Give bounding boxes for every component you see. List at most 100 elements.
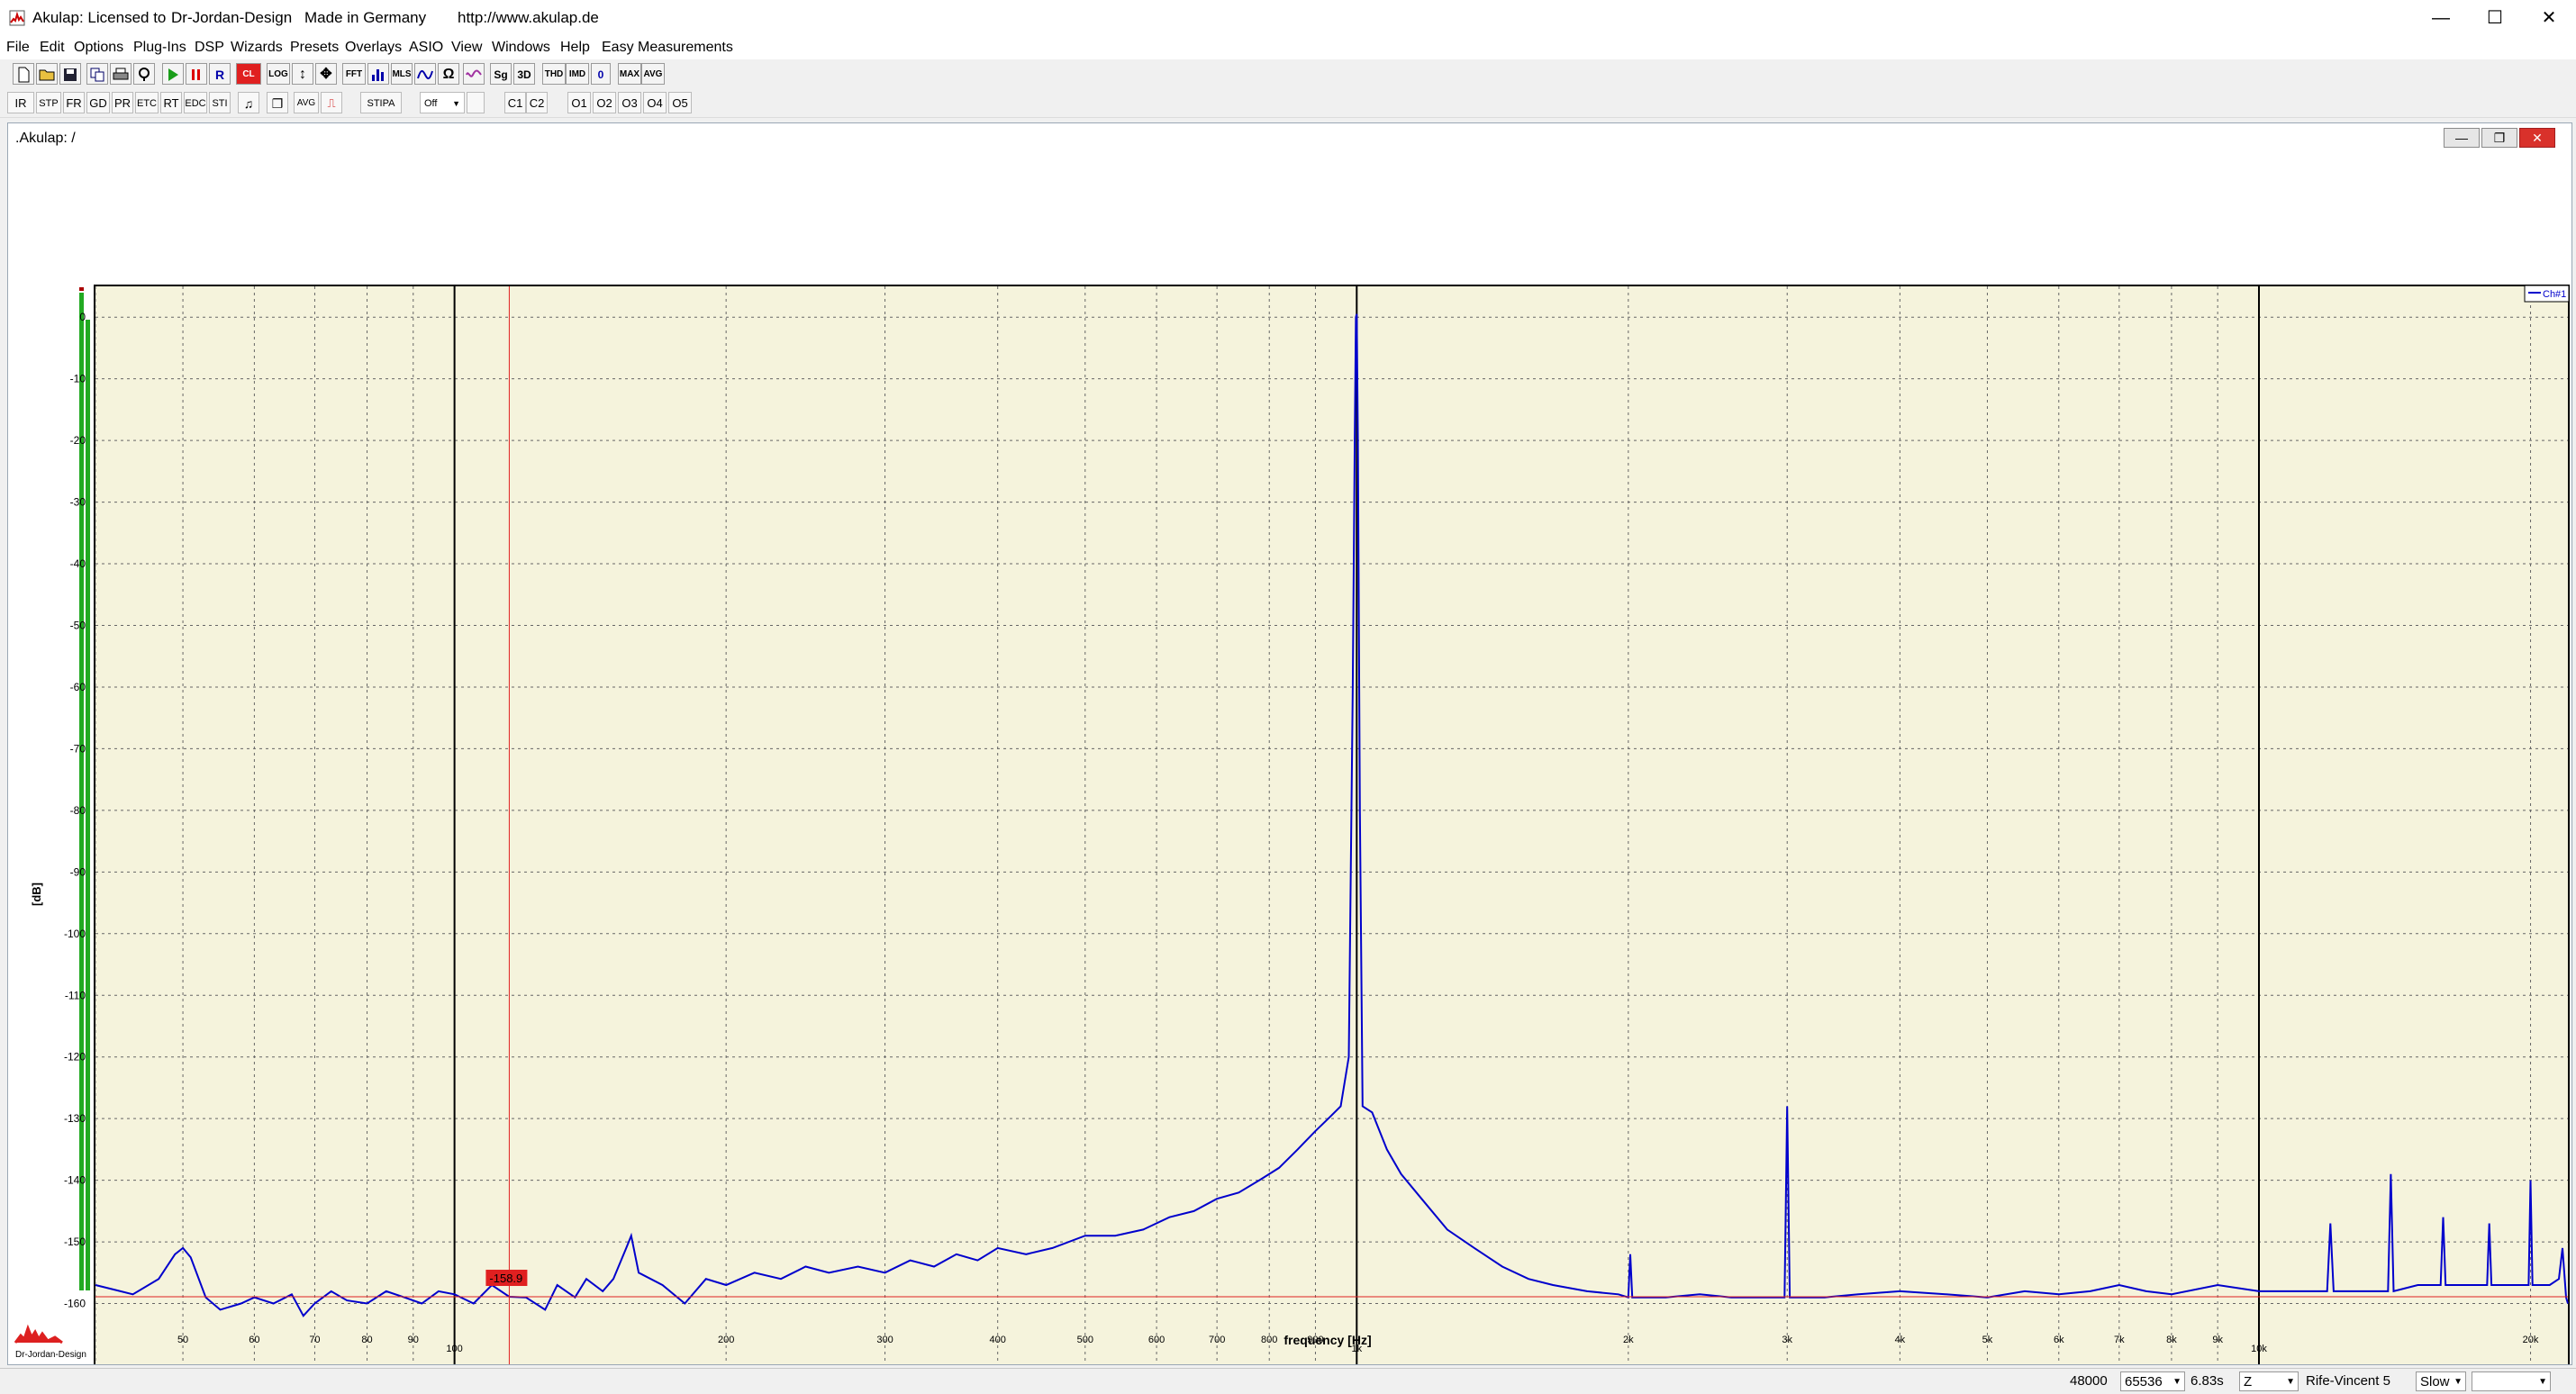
minimize-button[interactable]: — — [2414, 0, 2468, 36]
menu-file[interactable]: File — [6, 40, 30, 56]
fr-button[interactable]: FR — [63, 92, 85, 113]
rt-button[interactable]: RT — [160, 92, 182, 113]
app-icon — [9, 10, 25, 26]
vertical-zoom-icon[interactable]: ↕ — [292, 63, 313, 85]
extra-select[interactable]: ▼ — [2472, 1371, 2551, 1391]
child-restore-button[interactable]: ❐ — [2481, 128, 2517, 148]
max-button[interactable]: MAX — [618, 63, 641, 85]
wave-icon[interactable] — [414, 63, 436, 85]
thd-button[interactable]: THD — [542, 63, 566, 85]
menu-presets[interactable]: Presets — [290, 40, 339, 56]
y-tick-label: 0 — [79, 311, 86, 323]
zero-button[interactable]: 0 — [591, 63, 611, 85]
speed-select[interactable]: Slow ▼ — [2416, 1371, 2466, 1391]
o2-button[interactable]: O2 — [593, 92, 616, 113]
spectrum-bars-icon[interactable] — [367, 63, 389, 85]
menu-asio[interactable]: ASIO — [409, 40, 443, 56]
menu-plugins[interactable]: Plug-Ins — [133, 40, 186, 56]
fft-size-select[interactable]: 65536 ▼ — [2120, 1371, 2185, 1391]
mode-select[interactable]: Off ▼ — [420, 92, 465, 113]
print-icon[interactable] — [110, 63, 132, 85]
measurement-window-titlebar: .Akulap: / — ❐ ✕ — [8, 123, 2571, 154]
spectrum-chart[interactable]: 0 -10 -20 -30 -40 -50 -60 -70 -80 -90 -100 -110 -120… — [8, 156, 2571, 1364]
speed-value: Slow — [2420, 1374, 2450, 1389]
child-minimize-button[interactable]: — — [2444, 128, 2480, 148]
pulse-icon[interactable]: ⎍ — [321, 92, 342, 113]
o5-button[interactable]: O5 — [668, 92, 692, 113]
menu-help[interactable]: Help — [560, 40, 590, 56]
plot-area[interactable] — [94, 285, 2570, 1364]
menu-easy-measurements[interactable]: Easy Measurements — [602, 40, 733, 56]
copy-icon[interactable] — [86, 63, 108, 85]
open-folder-icon[interactable] — [36, 63, 58, 85]
etc-button[interactable]: ETC — [135, 92, 159, 113]
avg-button-top[interactable]: AVG — [641, 63, 665, 85]
x-tick-label: 400 — [990, 1335, 1006, 1345]
fft-button[interactable]: FFT — [342, 63, 366, 85]
ir-button[interactable]: IR — [7, 92, 34, 113]
pause-icon[interactable] — [186, 63, 207, 85]
maximize-button[interactable]: ☐ — [2468, 0, 2522, 36]
o3-button[interactable]: O3 — [618, 92, 641, 113]
y-tick-label: -100 — [64, 928, 86, 940]
level-meter-peak-marker — [79, 287, 84, 291]
menu-dsp[interactable]: DSP — [195, 40, 224, 56]
chevron-down-icon: ▼ — [452, 99, 460, 108]
sg-button[interactable]: Sg — [490, 63, 512, 85]
impedance-omega-icon[interactable]: Ω — [438, 63, 459, 85]
y-tick-label: -80 — [70, 804, 86, 817]
menu-view[interactable]: View — [451, 40, 482, 56]
stp-button[interactable]: STP — [36, 92, 61, 113]
y-tick-label: -160 — [64, 1298, 86, 1310]
pr-button[interactable]: PR — [112, 92, 133, 113]
y-tick-label: -110 — [65, 989, 86, 1001]
o4-button[interactable]: O4 — [643, 92, 667, 113]
chevron-down-icon: ▼ — [2286, 1377, 2295, 1387]
c2-button[interactable]: C2 — [526, 92, 548, 113]
child-close-button[interactable]: ✕ — [2519, 128, 2555, 148]
weighting-select[interactable]: Z ▼ — [2239, 1371, 2299, 1391]
sine-sweep-icon[interactable] — [463, 63, 485, 85]
record-icon[interactable]: R — [209, 63, 231, 85]
3d-button[interactable]: 3D — [513, 63, 535, 85]
new-file-icon[interactable] — [13, 63, 34, 85]
menu-options[interactable]: Options — [74, 40, 123, 56]
mode-blank-box[interactable] — [467, 92, 485, 113]
dr-jordan-design-logo: Dr-Jordan-Design — [14, 1324, 86, 1360]
gd-button[interactable]: GD — [86, 92, 110, 113]
toolbar-analysis: IR STP FR GD PR ETC RT EDC STI ♫ ❐ AVG ⎍… — [0, 88, 2576, 118]
menu-windows[interactable]: Windows — [492, 40, 550, 56]
stipa-button[interactable]: STIPA — [360, 92, 402, 113]
clip-icon[interactable]: CL — [236, 63, 261, 85]
y-tick-label: -90 — [70, 865, 86, 878]
y-tick-label: -40 — [70, 557, 86, 570]
x-tick-label: 700 — [1209, 1335, 1225, 1345]
menu-overlays[interactable]: Overlays — [345, 40, 402, 56]
o1-button[interactable]: O1 — [567, 92, 591, 113]
move-icon[interactable]: ✥ — [315, 63, 337, 85]
imd-button[interactable]: IMD — [566, 63, 589, 85]
avg-button[interactable]: AVG — [294, 92, 319, 113]
save-icon[interactable] — [59, 63, 81, 85]
x-tick-label: 70 — [309, 1335, 320, 1345]
menu-bar: File Edit Options Plug-Ins DSP Wizards P… — [0, 36, 2576, 59]
status-duration: 6.83s — [2191, 1373, 2224, 1389]
speaker-icon[interactable]: ♫ — [238, 92, 259, 113]
menu-wizards[interactable]: Wizards — [231, 40, 283, 56]
log-button[interactable]: LOG — [267, 63, 290, 85]
x-tick-label: 200 — [718, 1335, 734, 1345]
menu-edit[interactable]: Edit — [40, 40, 65, 56]
x-tick-label: 60 — [249, 1335, 259, 1345]
x-tick-label: 8k — [2166, 1335, 2177, 1345]
close-button[interactable]: ✕ — [2522, 0, 2576, 36]
y-tick-label: -150 — [64, 1236, 86, 1248]
play-icon[interactable] — [162, 63, 184, 85]
sti-button[interactable]: STI — [209, 92, 231, 113]
help-icon[interactable] — [133, 63, 155, 85]
mls-button[interactable]: MLS — [391, 63, 413, 85]
edc-button[interactable]: EDC — [184, 92, 207, 113]
overlay-icon[interactable]: ❐ — [267, 92, 288, 113]
y-tick-label: -70 — [70, 742, 86, 755]
legend-entry-ch1: Ch#1 — [2543, 289, 2566, 300]
c1-button[interactable]: C1 — [504, 92, 526, 113]
